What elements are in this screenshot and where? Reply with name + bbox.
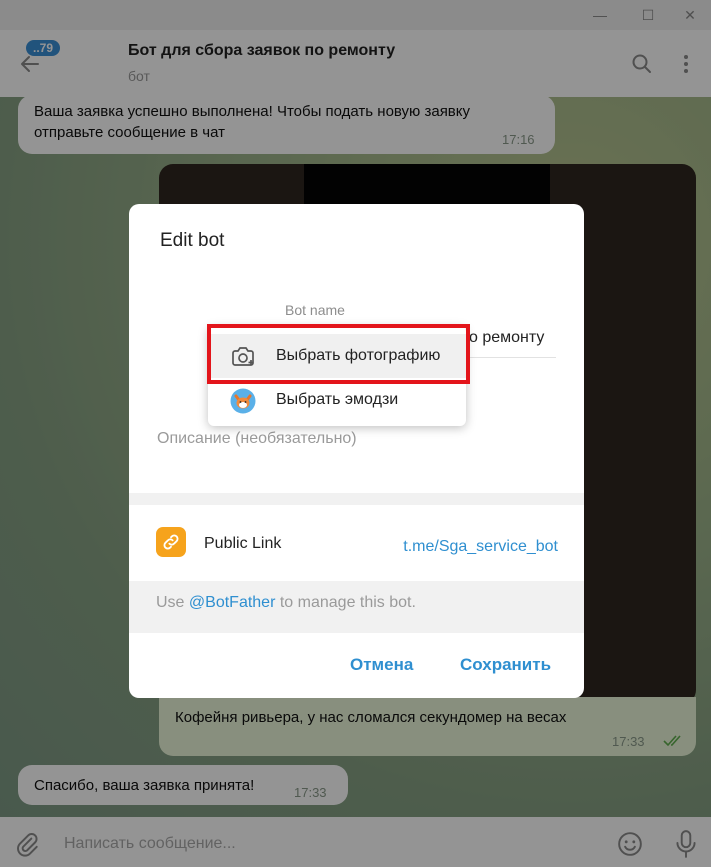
description-input[interactable]: Описание (необязательно) bbox=[157, 430, 357, 448]
hint-suffix: to manage this bot. bbox=[275, 594, 416, 611]
public-link-row[interactable]: Public Link t.me/Sga_service_bot bbox=[129, 505, 584, 581]
menu-item-choose-emoji[interactable]: Выбрать эмодзи bbox=[208, 378, 466, 422]
dialog-title: Edit bot bbox=[160, 230, 225, 251]
botfather-link[interactable]: @BotFather bbox=[189, 594, 276, 611]
public-link-label: Public Link bbox=[204, 535, 282, 552]
edit-bot-dialog: Edit bot Bot name о ремонту Описание (не… bbox=[129, 204, 584, 698]
hint-text: Use @BotFather to manage this bot. bbox=[156, 594, 416, 612]
hint-prefix: Use bbox=[156, 594, 189, 611]
bot-name-label: Bot name bbox=[285, 302, 345, 318]
emoji-fox-icon bbox=[230, 388, 256, 414]
menu-item-label: Выбрать эмодзи bbox=[276, 391, 399, 408]
highlight-annotation bbox=[207, 324, 470, 384]
section-divider bbox=[129, 493, 584, 505]
link-icon bbox=[156, 527, 186, 557]
bot-name-input[interactable]: о ремонту bbox=[469, 329, 544, 347]
cancel-button[interactable]: Отмена bbox=[350, 655, 413, 675]
hint-area: Use @BotFather to manage this bot. bbox=[129, 581, 584, 633]
public-link-value[interactable]: t.me/Sga_service_bot bbox=[403, 538, 558, 556]
save-button[interactable]: Сохранить bbox=[460, 655, 551, 675]
